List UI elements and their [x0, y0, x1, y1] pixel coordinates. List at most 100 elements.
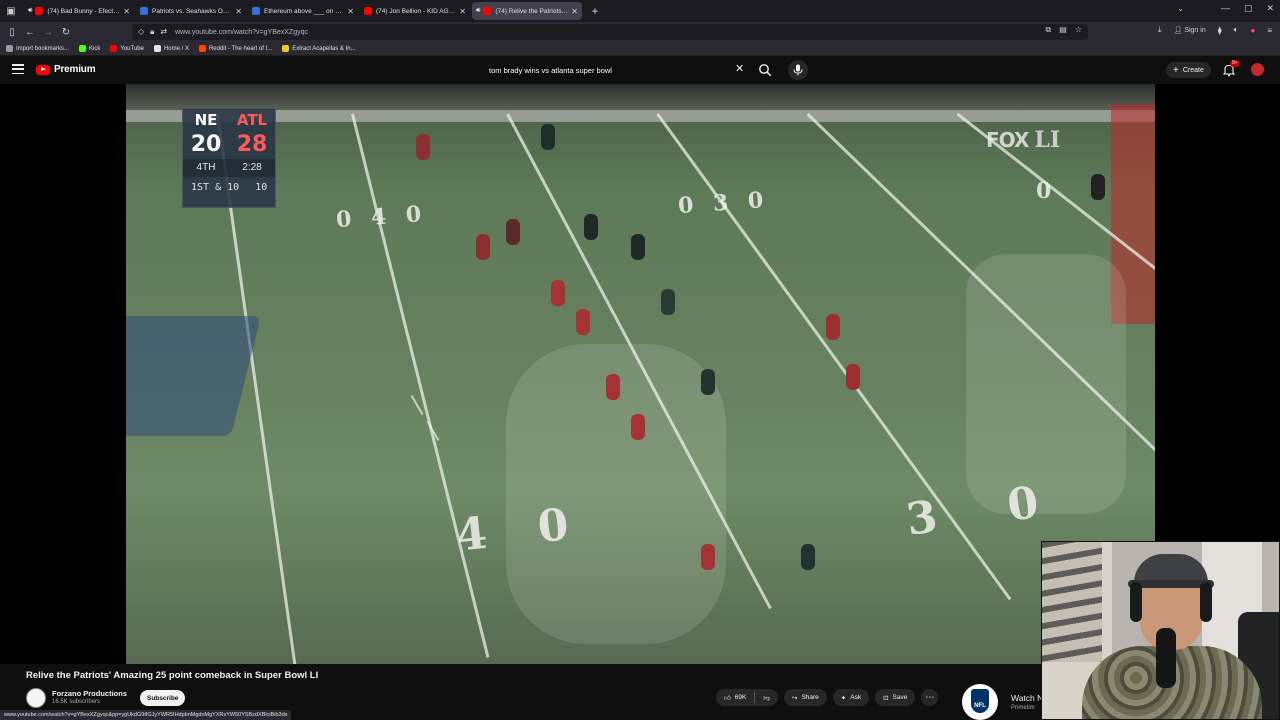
- player-figure: [701, 369, 715, 395]
- player-figure: [1091, 174, 1105, 200]
- super-bowl-logo: LI: [1034, 127, 1061, 153]
- channel-avatar[interactable]: [26, 688, 46, 708]
- forward-icon[interactable]: →: [39, 23, 57, 41]
- player-figure: [701, 544, 715, 570]
- tab-close-icon[interactable]: ✕: [123, 7, 130, 16]
- bookmark-star-icon[interactable]: ☆: [1075, 25, 1082, 35]
- downloads-icon[interactable]: ⤓: [1158, 25, 1162, 35]
- app-menu-icon[interactable]: ≡: [1267, 26, 1272, 35]
- bookmark-item[interactable]: Reddit - The heart of t...: [198, 45, 273, 52]
- tab-audio-icon[interactable]: 🔊︎: [28, 7, 32, 15]
- like-button[interactable]: 👍︎ 69K: [716, 689, 754, 706]
- webcam-overlay: [1041, 541, 1280, 720]
- card-title: Watch N: [1011, 693, 1044, 703]
- like-dislike-group: 👍︎ 69K 👎︎: [716, 689, 778, 706]
- youtube-logo[interactable]: Premium: [36, 64, 96, 75]
- sidebar-toggle-icon[interactable]: ▯: [3, 23, 21, 41]
- tab-close-icon[interactable]: ✕: [235, 7, 242, 16]
- permissions-icon[interactable]: ⇄: [160, 27, 167, 37]
- bookmark-favicon-icon: [282, 45, 290, 52]
- bookmark-item[interactable]: Extract Acapellas & In...: [282, 45, 356, 52]
- subscribe-button[interactable]: Subscribe: [140, 690, 186, 706]
- dislike-button[interactable]: 👎︎: [755, 689, 778, 706]
- clear-search-icon[interactable]: ✕: [735, 63, 744, 75]
- tab-overview-icon[interactable]: ▣: [0, 0, 22, 22]
- tab-close-icon[interactable]: ✕: [571, 7, 578, 16]
- webcam-stairs: [1042, 542, 1102, 662]
- sparkle-icon: ✦: [840, 694, 847, 702]
- bookmark-icon: ⊡: [883, 694, 889, 702]
- extension-badge-icon[interactable]: ●: [1250, 26, 1255, 35]
- headset-icon: [1130, 582, 1142, 622]
- video-title: Relive the Patriots' Amazing 25 point co…: [26, 670, 319, 681]
- more-actions-icon[interactable]: ⋯: [921, 689, 939, 706]
- bookmark-label: Home / X: [163, 45, 189, 52]
- back-icon[interactable]: ←: [21, 23, 39, 41]
- bookmark-item[interactable]: Home / X: [153, 45, 189, 52]
- picture-in-picture-icon[interactable]: ⧉: [1046, 25, 1052, 35]
- status-bar-url: www.youtube.com/watch?v=gYBexXZgyqc&pp=y…: [0, 710, 292, 720]
- avatar[interactable]: [1251, 63, 1264, 76]
- tab-close-icon[interactable]: ✕: [347, 7, 354, 16]
- browser-tab[interactable]: (74) Jon Bellion - KID AGAIN (Vi✕: [360, 2, 470, 20]
- hamburger-menu-icon[interactable]: [12, 64, 24, 74]
- url-text[interactable]: www.youtube.com/watch?v=gYBexXZgyqc: [175, 29, 308, 36]
- player-figure: [541, 124, 555, 150]
- save-button[interactable]: ⊡ Save: [875, 689, 916, 706]
- browser-tab[interactable]: 🔊︎ (74) Relive the Patriots' Am ✕: [472, 2, 582, 20]
- bookmarks-bar: Import bookmarks... Kick YouTube Home / X Re…: [0, 42, 1280, 56]
- browser-tab[interactable]: Ethereum above ___ on Februar✕: [248, 2, 358, 20]
- bookmark-item[interactable]: Kick: [79, 45, 100, 52]
- close-window-icon[interactable]: ✕: [1266, 3, 1274, 14]
- share-arrow-icon: ↪: [791, 694, 798, 702]
- search-icon[interactable]: [758, 63, 772, 77]
- browser-tab[interactable]: Patriots vs. Seahawks Odds & P✕: [136, 2, 246, 20]
- video-frame[interactable]: 0 4 0 0 3 0 0 4 0 3 0: [126, 84, 1155, 664]
- site-info-icons[interactable]: ◇ 🔒︎ ⇄: [138, 27, 167, 37]
- bookmark-item[interactable]: Import bookmarks...: [6, 45, 69, 52]
- player-figure: [631, 414, 645, 440]
- new-tab-button[interactable]: +: [586, 2, 604, 20]
- account-sign-in[interactable]: 👤︎ Sign in: [1173, 26, 1205, 34]
- browser-tab[interactable]: 🔊︎ (74) Bad Bunny - Efecto (Vi ✕: [24, 2, 134, 20]
- tab-close-icon[interactable]: ✕: [459, 7, 466, 16]
- microphone-stand: [1156, 628, 1176, 688]
- bookmark-label: Kick: [89, 45, 101, 52]
- voice-search-button[interactable]: [788, 60, 808, 80]
- minimize-icon[interactable]: —: [1221, 3, 1230, 14]
- tab-label: Patriots vs. Seahawks Odds & P: [152, 7, 233, 15]
- search-input[interactable]: tom brady wins vs atlanta super bowl: [480, 60, 752, 80]
- nfl-field-logo: [126, 316, 261, 436]
- brand-label: Premium: [54, 64, 96, 75]
- player-figure: [661, 289, 675, 315]
- create-button[interactable]: + Create: [1166, 62, 1211, 78]
- maximize-icon[interactable]: ▢: [1244, 3, 1253, 14]
- share-label: Share: [801, 694, 819, 701]
- bookmark-favicon-icon: [153, 45, 161, 52]
- team-2-score: 28: [236, 132, 268, 157]
- reload-icon[interactable]: ↻: [57, 23, 75, 41]
- speaker-icon[interactable]: 🔈︎: [1234, 25, 1239, 35]
- bookmark-favicon-icon: [110, 45, 118, 52]
- network-logo: FOX LI: [986, 127, 1060, 153]
- down-label: 1ST & 10: [191, 182, 240, 193]
- address-bar[interactable]: ◇ 🔒︎ ⇄ www.youtube.com/watch?v=gYBexXZgy…: [132, 24, 1088, 40]
- sign-in-label[interactable]: Sign in: [1184, 27, 1205, 34]
- bookmark-label: Reddit - The heart of t...: [208, 45, 273, 52]
- like-count: 69K: [734, 694, 747, 701]
- chevron-down-icon[interactable]: ⌄: [1177, 4, 1184, 13]
- tab-label: (74) Jon Bellion - KID AGAIN (Vi: [376, 7, 456, 15]
- ask-button[interactable]: ✦ Ask: [832, 689, 870, 706]
- tab-favicon-icon: [364, 7, 372, 15]
- extensions-icon[interactable]: ⧫: [1218, 26, 1222, 35]
- tab-audio-icon[interactable]: 🔊︎: [476, 7, 480, 15]
- ask-label: Ask: [850, 694, 862, 701]
- yard-number: 0: [1036, 178, 1058, 204]
- reader-mode-icon[interactable]: ▤: [1059, 25, 1067, 35]
- tab-favicon-icon: [252, 7, 260, 15]
- bookmark-item[interactable]: YouTube: [110, 45, 144, 52]
- channel-name[interactable]: Forzano Productions: [52, 689, 127, 698]
- share-button[interactable]: ↪ Share: [783, 689, 827, 706]
- lock-icon[interactable]: 🔒︎: [150, 27, 154, 37]
- shield-icon[interactable]: ◇: [138, 27, 144, 37]
